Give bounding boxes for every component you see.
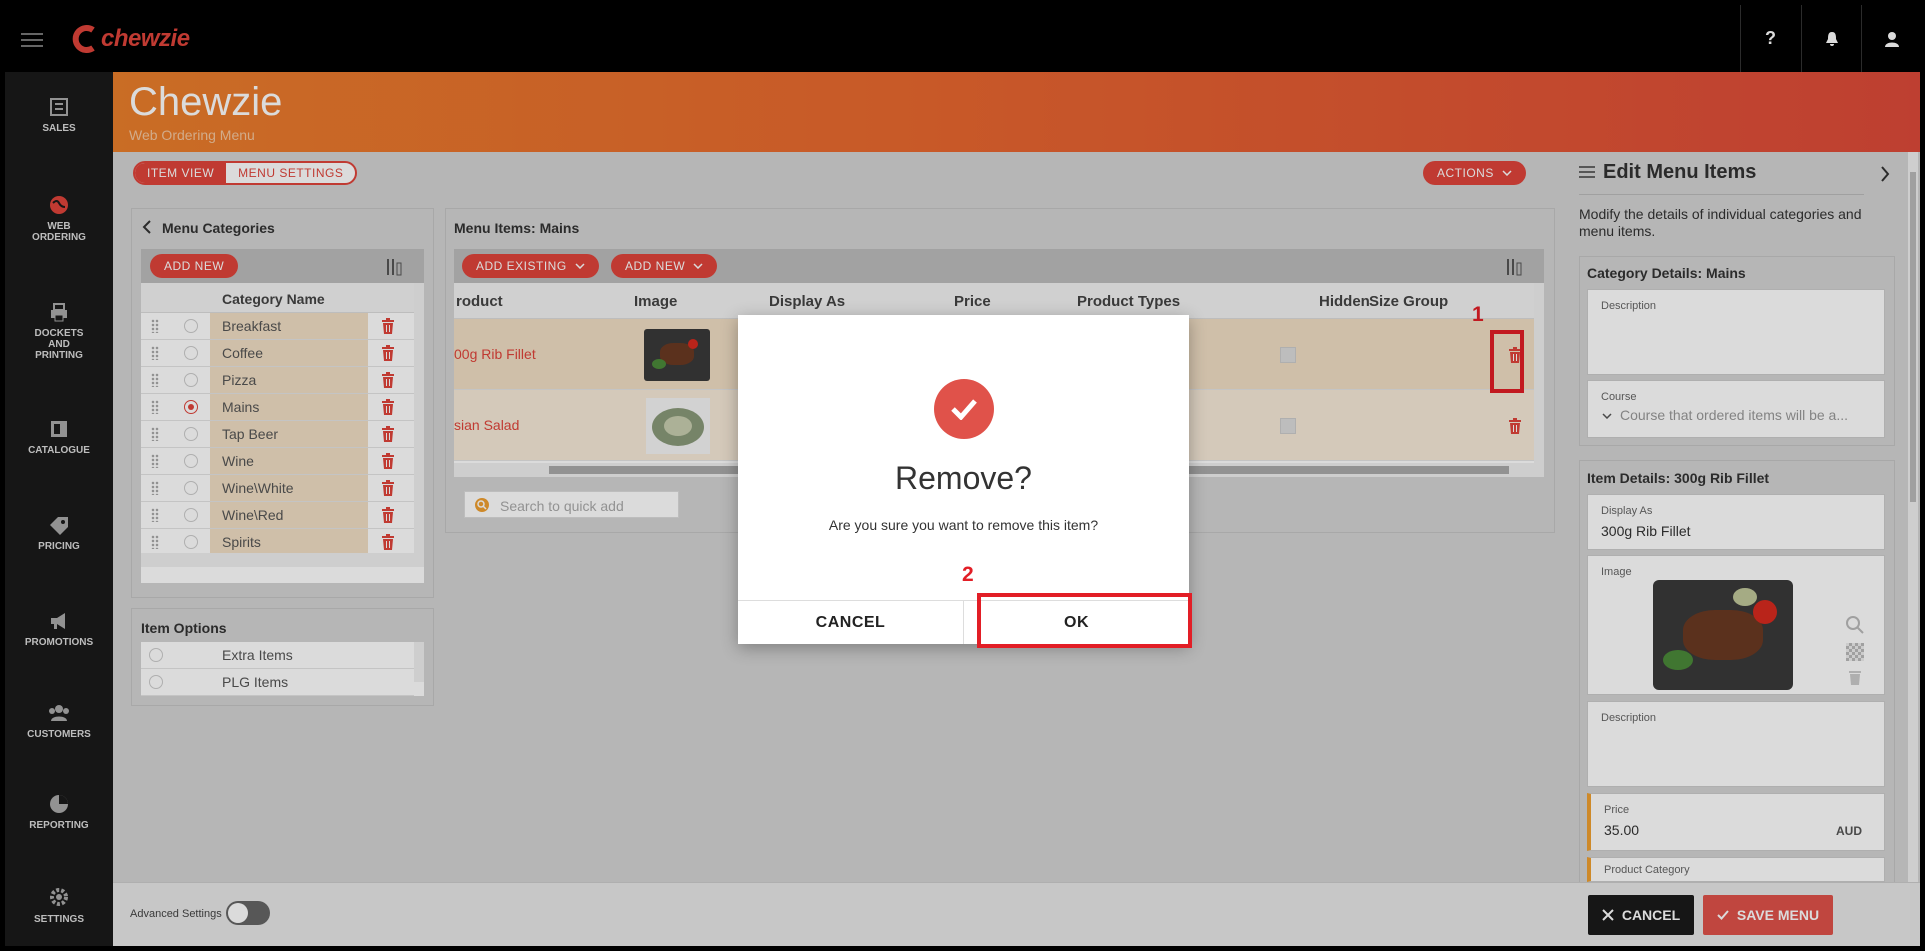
dialog-cancel-button[interactable]: CANCEL <box>738 601 964 644</box>
dialog-message: Are you sure you want to remove this ite… <box>828 517 1099 533</box>
check-circle-icon <box>934 379 994 439</box>
annotation-step-2: 2 <box>962 563 974 586</box>
dialog-title: Remove? <box>895 460 1032 496</box>
annotation-box-2 <box>977 593 1192 648</box>
